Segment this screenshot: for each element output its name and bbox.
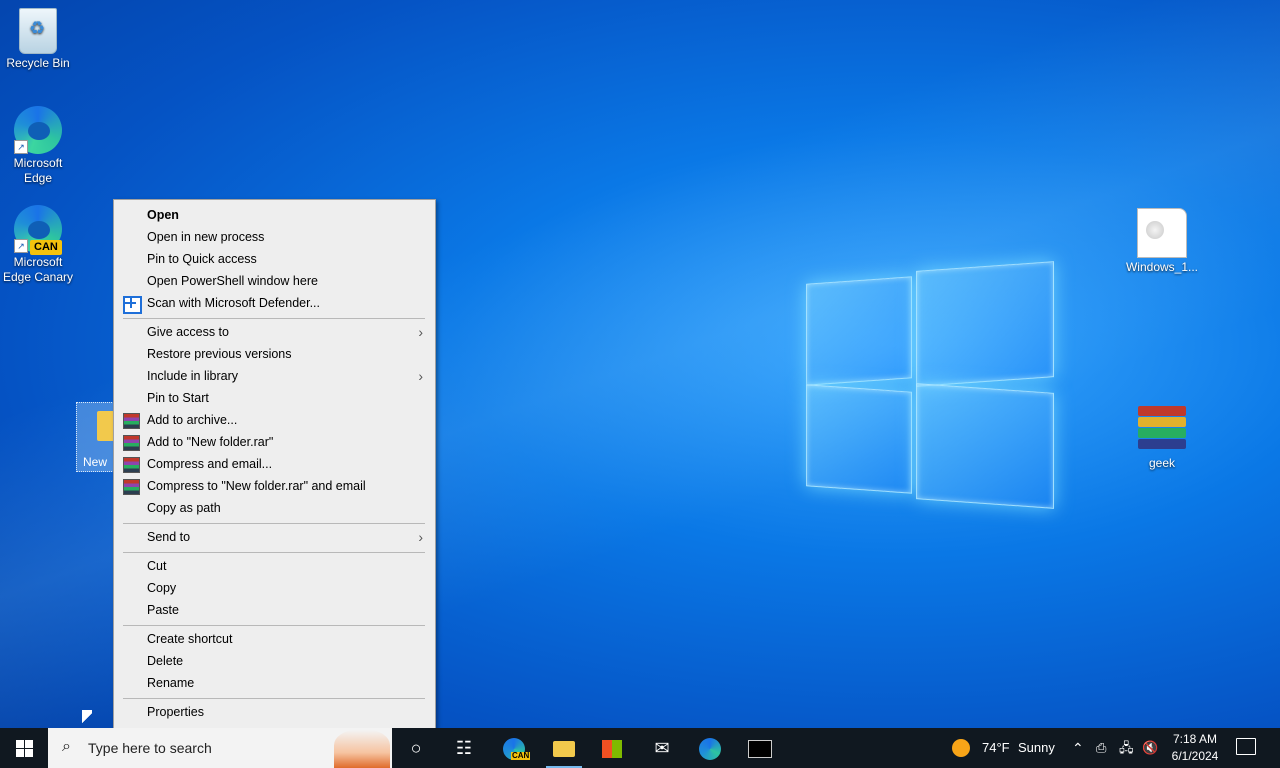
weather-temperature[interactable]: 74°F — [982, 728, 1010, 768]
menu-separator — [123, 625, 425, 626]
winrar-icon — [123, 413, 140, 429]
weather-description[interactable]: Sunny — [1018, 728, 1055, 768]
taskbar-edge-canary[interactable]: CAN — [490, 728, 538, 768]
menu-item-add-archive[interactable]: Add to archive... — [114, 409, 435, 431]
edge-canary-icon: CAN — [503, 738, 531, 761]
edge-icon — [699, 738, 721, 761]
chevron-right-icon: › — [418, 368, 423, 384]
search-icon: ⌕ — [62, 738, 71, 755]
taskbar-microsoft-store[interactable] — [588, 728, 636, 768]
taskbar-terminal[interactable] — [736, 728, 784, 768]
desktop-icon-edge-canary[interactable]: ↗ CAN Microsoft Edge Canary — [0, 205, 76, 285]
terminal-icon — [748, 740, 772, 759]
desktop-icon-label: New — [83, 455, 108, 469]
menu-item-rename[interactable]: Rename — [114, 672, 435, 694]
cortana-button[interactable]: ○ — [392, 728, 440, 768]
chevron-right-icon: › — [418, 324, 423, 340]
system-clock[interactable]: 7:18 AM 6/1/2024 — [1160, 731, 1230, 765]
menu-item-pin-start[interactable]: Pin to Start — [114, 387, 435, 409]
menu-item-copy-path[interactable]: Copy as path — [114, 497, 435, 519]
menu-item-create-shortcut[interactable]: Create shortcut — [114, 628, 435, 650]
search-placeholder: Type here to search — [88, 740, 212, 756]
menu-item-restore-versions[interactable]: Restore previous versions — [114, 343, 435, 365]
chevron-right-icon: › — [418, 529, 423, 545]
action-center-notification-icon[interactable] — [1236, 738, 1256, 755]
winrar-archive-icon — [1138, 406, 1186, 454]
winrar-icon — [123, 457, 140, 473]
task-view-icon: ☷ — [455, 738, 473, 758]
winrar-icon — [123, 435, 140, 451]
network-icon[interactable]: 🖧 — [1119, 728, 1134, 768]
menu-item-copy[interactable]: Copy — [114, 577, 435, 599]
menu-separator — [123, 552, 425, 553]
cortana-circle-icon: ○ — [410, 738, 422, 758]
menu-item-properties[interactable]: Properties — [114, 701, 435, 723]
menu-separator — [123, 698, 425, 699]
desktop-icon-label: Microsoft Edge Canary — [2, 255, 74, 284]
store-bag-icon — [602, 740, 622, 759]
desktop-icon-label: Microsoft Edge — [13, 156, 63, 185]
windows-start-icon — [16, 740, 24, 748]
menu-separator — [123, 523, 425, 524]
taskbar-edge[interactable] — [686, 728, 734, 768]
menu-item-include-library[interactable]: Include in library › — [114, 365, 435, 387]
menu-item-paste[interactable]: Paste — [114, 599, 435, 621]
meet-now-icon[interactable]: ⎙ — [1096, 728, 1106, 768]
defender-icon — [123, 296, 142, 314]
menu-item-add-to-rar[interactable]: Add to "New folder.rar" — [114, 431, 435, 453]
mouse-cursor-icon — [82, 710, 92, 726]
desktop-icon-new-folder[interactable]: New — [76, 402, 118, 472]
menu-item-scan-defender[interactable]: Scan with Microsoft Defender... — [114, 292, 435, 314]
task-view-button[interactable]: ☷ — [440, 728, 488, 768]
desktop-icon-label: Recycle Bin — [6, 56, 70, 70]
disc-image-file-icon — [1137, 208, 1187, 258]
folder-icon — [553, 741, 575, 758]
menu-item-open-powershell[interactable]: Open PowerShell window here — [114, 270, 435, 292]
desktop-icon-edge[interactable]: ↗ Microsoft Edge — [0, 106, 76, 186]
winrar-icon — [123, 479, 140, 495]
menu-item-compress-email[interactable]: Compress and email... — [114, 453, 435, 475]
menu-item-compress-rar-email[interactable]: Compress to "New folder.rar" and email — [114, 475, 435, 497]
taskbar-file-explorer[interactable] — [540, 728, 588, 768]
search-highlight-image — [334, 730, 390, 768]
context-menu: Open Open in new process Pin to Quick ac… — [113, 199, 436, 729]
edge-icon: ↗ — [14, 106, 62, 154]
menu-item-cut[interactable]: Cut — [114, 555, 435, 577]
menu-item-open[interactable]: Open — [114, 204, 435, 226]
weather-sun-icon — [952, 739, 970, 757]
menu-item-pin-quick-access[interactable]: Pin to Quick access — [114, 248, 435, 270]
taskbar: ⌕ Type here to search ○ ☷ CAN ✉ 74°F Sun… — [0, 728, 1280, 768]
menu-item-give-access[interactable]: Give access to › — [114, 321, 435, 343]
windows-logo-wallpaper — [806, 258, 1054, 512]
desktop-icon-label: Windows_1... — [1125, 260, 1199, 274]
start-button[interactable] — [0, 728, 48, 768]
desktop-icon-geek[interactable]: geek — [1124, 406, 1200, 471]
menu-item-delete[interactable]: Delete — [114, 650, 435, 672]
menu-separator — [123, 318, 425, 319]
clock-date: 6/1/2024 — [1171, 749, 1219, 763]
desktop-icon-windows-file[interactable]: Windows_1... — [1124, 208, 1200, 275]
show-hidden-icons-chevron-up-icon[interactable]: ⌃ — [1072, 728, 1084, 768]
volume-muted-icon[interactable]: 🔇 — [1142, 728, 1158, 768]
menu-item-send-to[interactable]: Send to › — [114, 526, 435, 548]
taskbar-search-box[interactable]: ⌕ Type here to search — [48, 728, 392, 768]
mail-icon: ✉ — [654, 738, 670, 758]
recycle-bin-icon: ♻ — [19, 8, 57, 54]
clock-time: 7:18 AM — [1172, 732, 1218, 746]
menu-item-open-new-process[interactable]: Open in new process — [114, 226, 435, 248]
taskbar-mail[interactable]: ✉ — [638, 728, 686, 768]
desktop-icon-label: geek — [1148, 456, 1176, 470]
desktop-icon-recycle-bin[interactable]: ♻ Recycle Bin — [0, 8, 76, 71]
edge-canary-icon: ↗ CAN — [14, 205, 62, 255]
